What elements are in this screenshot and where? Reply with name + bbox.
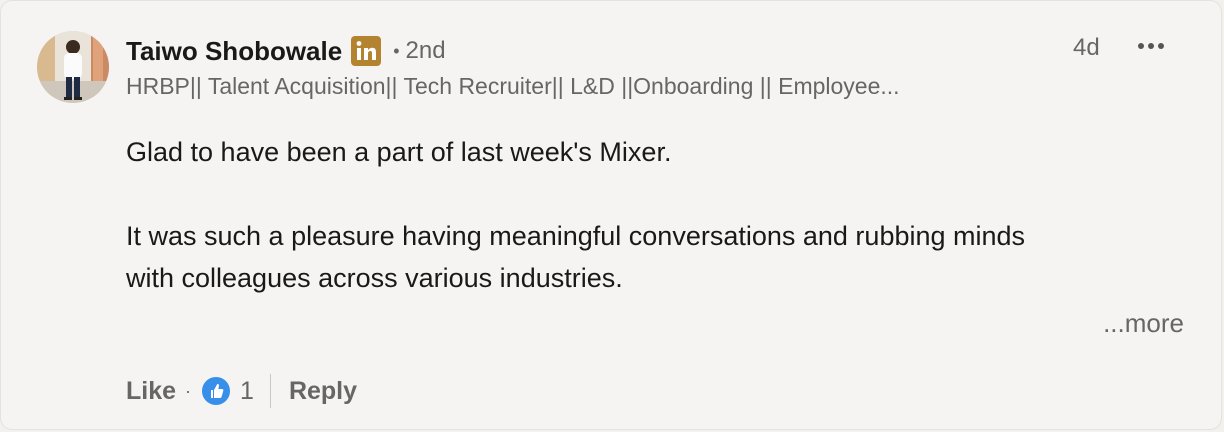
connection-degree: 2nd xyxy=(405,37,446,64)
linkedin-premium-icon xyxy=(351,36,382,66)
avatar-photo xyxy=(37,31,109,103)
separator-dot: • xyxy=(393,40,400,61)
like-button[interactable]: Like xyxy=(126,377,176,406)
separator-dot: · xyxy=(185,380,192,401)
action-divider xyxy=(269,374,271,408)
author-headline: HRBP|| Talent Acquisition|| Tech Recruit… xyxy=(126,73,900,99)
see-more-button[interactable]: ...more xyxy=(1103,308,1184,339)
author-name-row: Taiwo Shobowale • 2nd xyxy=(126,33,446,69)
comment-paragraph: It was such a pleasure having meaningful… xyxy=(126,215,1025,299)
comment-actions: Like · 1 Reply xyxy=(126,368,357,414)
comment-line: with colleagues across various industrie… xyxy=(126,263,623,293)
comment-timestamp: 4d xyxy=(1073,34,1100,61)
like-reaction-icon[interactable] xyxy=(200,375,233,407)
reaction-count[interactable]: 1 xyxy=(240,377,254,406)
comment-body: Glad to have been a part of last week's … xyxy=(126,131,1025,299)
comment-paragraph: Glad to have been a part of last week's … xyxy=(126,137,672,167)
comment-line: It was such a pleasure having meaningful… xyxy=(126,221,1026,251)
more-horizontal-icon xyxy=(1138,43,1144,49)
author-name[interactable]: Taiwo Shobowale xyxy=(126,36,342,67)
author-avatar[interactable] xyxy=(37,31,109,103)
comment-card: Taiwo Shobowale • 2nd HRBP|| Talent Acqu… xyxy=(0,0,1222,430)
reply-button[interactable]: Reply xyxy=(289,377,357,406)
more-options-button[interactable] xyxy=(1134,39,1168,53)
